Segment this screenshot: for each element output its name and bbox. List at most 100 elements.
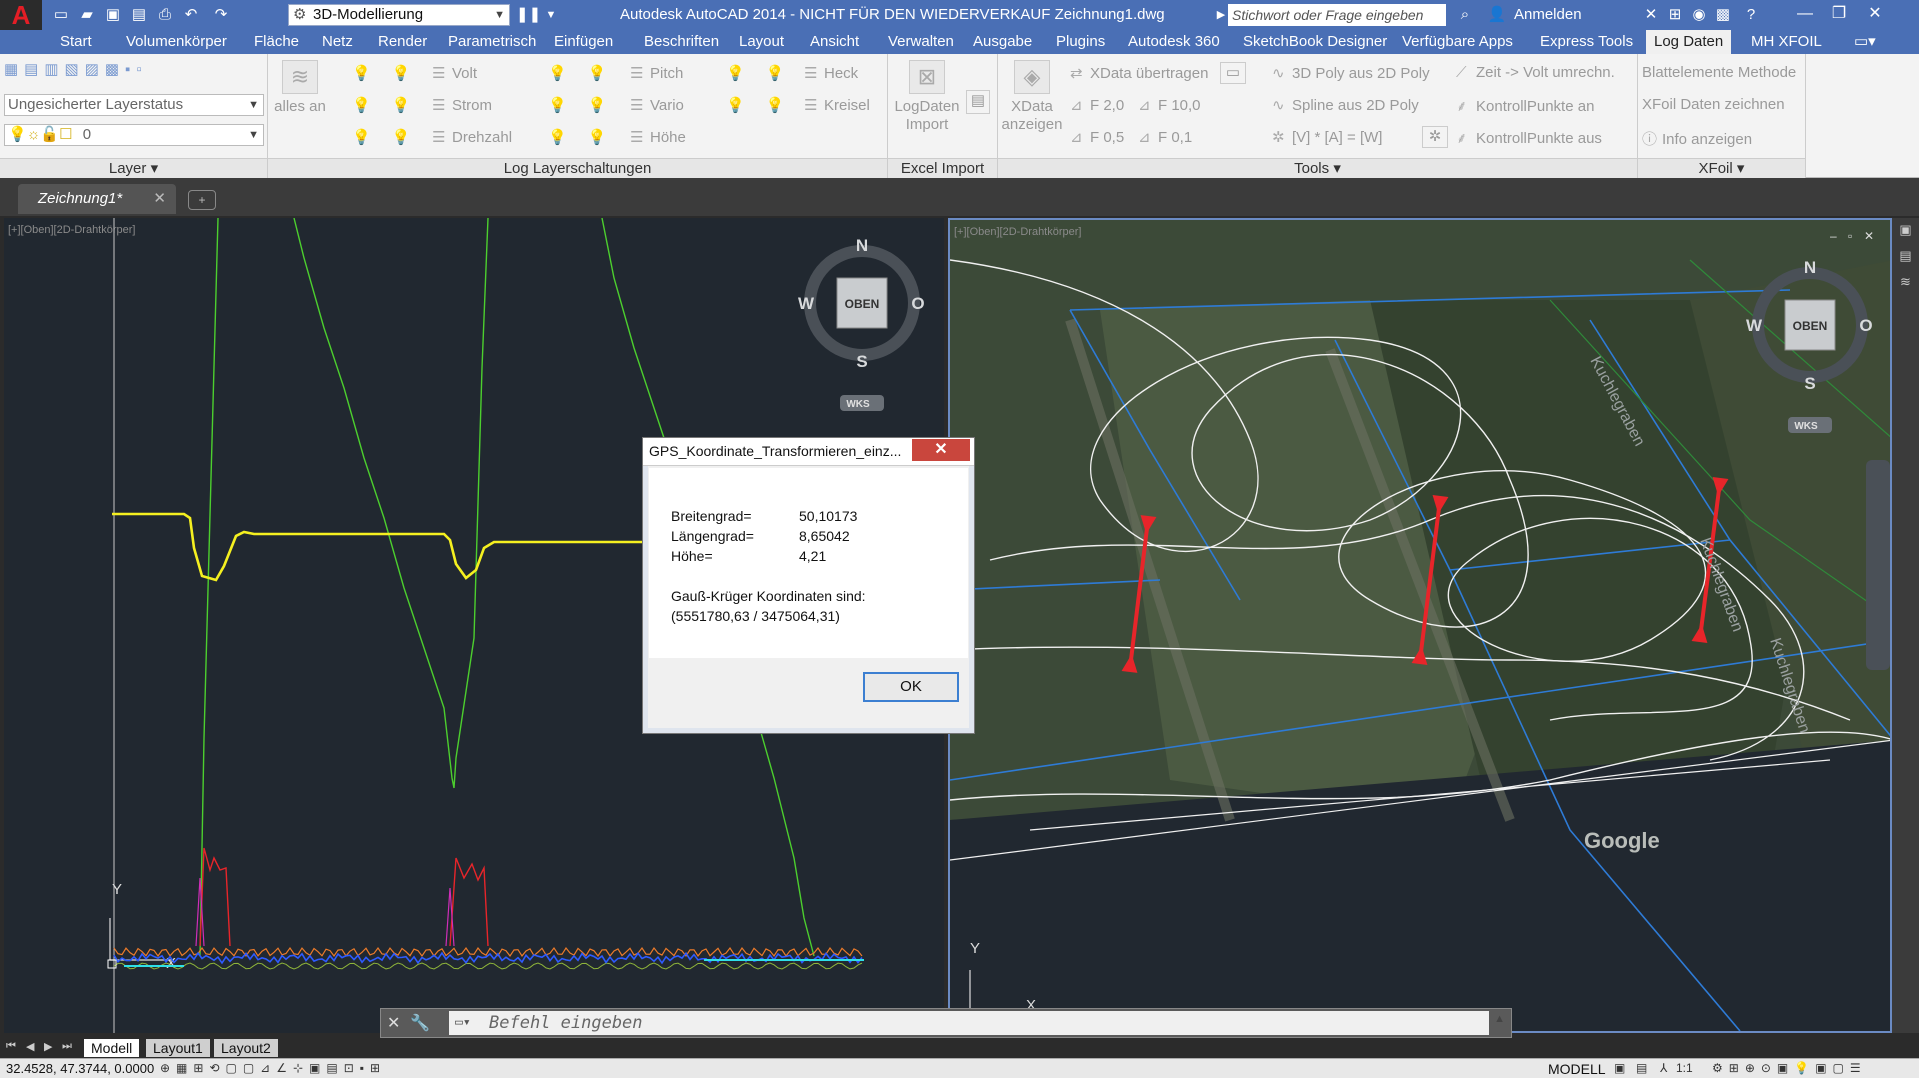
open-file-icon[interactable]: ▰	[76, 5, 98, 25]
new-tab-button[interactable]: +	[188, 190, 216, 210]
close-icon[interactable]: ✕	[153, 184, 166, 214]
tab-express-tools[interactable]: Express Tools	[1532, 30, 1641, 54]
exchange-icon[interactable]: ✕	[1640, 5, 1662, 25]
tab-model[interactable]: Modell	[84, 1039, 140, 1057]
excel-small-icon[interactable]: ▤	[966, 90, 990, 114]
kreisel-button[interactable]: ☰ Kreisel	[804, 96, 870, 114]
info-button[interactable]: ⓘ Info anzeigen	[1642, 128, 1752, 149]
workspace-select[interactable]: ⚙ 3D-Modellierung ▼	[288, 4, 510, 26]
f100-button[interactable]: ⊿ F 10,0	[1138, 96, 1201, 114]
qat-dropdown-icon[interactable]: ▼	[540, 5, 562, 25]
new-file-icon[interactable]: ▭	[50, 5, 72, 25]
tab-layout1[interactable]: Layout1	[146, 1039, 210, 1057]
vario-button[interactable]: ☰ Vario	[630, 96, 684, 114]
bulb-icons[interactable]: 💡 💡	[726, 96, 784, 114]
binoculars-icon[interactable]: ⌕	[1450, 5, 1480, 25]
tab-fläche[interactable]: Fläche	[246, 30, 307, 54]
command-history-icon[interactable]: ▲	[1494, 1013, 1505, 1025]
pause-icon[interactable]: ❚❚	[516, 5, 541, 25]
signin-button[interactable]: Anmelden	[1514, 6, 1582, 23]
tab-ausgabe[interactable]: Ausgabe	[965, 30, 1040, 54]
tab-autodesk-360[interactable]: Autodesk 360	[1120, 30, 1228, 54]
drafting-toggles[interactable]: ⊕▦⊞⟲▢▢⊿∠⊹▣▤⊡▪⊞	[160, 1061, 386, 1075]
drehzahl-button[interactable]: ☰ Drehzahl	[432, 128, 512, 146]
save-icon[interactable]: ▣	[102, 5, 124, 25]
connect-icon[interactable]: ◉	[1688, 5, 1710, 25]
first-tab-icon[interactable]: ⏮	[6, 1040, 16, 1053]
maximize-button[interactable]: ❐	[1824, 2, 1854, 26]
help-icon[interactable]: ?	[1740, 5, 1762, 25]
status-tray-icons[interactable]: ⚙⊞⊕⊙▣💡▣▢☰	[1712, 1061, 1867, 1075]
dialog-close-button[interactable]: ✕	[912, 439, 970, 461]
bulb-icons[interactable]: 💡 💡	[548, 64, 606, 82]
close-button[interactable]: ✕	[1860, 2, 1890, 26]
kontrollpunkte-an-button[interactable]: ⸙ KontrollPunkte an	[1456, 96, 1594, 116]
tab-log-daten[interactable]: Log Daten	[1646, 30, 1732, 54]
annotation-scale-icon[interactable]: ⅄	[1660, 1061, 1667, 1075]
tab-mh-xfoil[interactable]: MH XFOIL	[1743, 30, 1830, 54]
tab-einfügen[interactable]: Einfügen	[546, 30, 621, 54]
next-tab-icon[interactable]: ▶	[44, 1040, 52, 1053]
command-line-icons[interactable]: ✕🔧	[387, 1013, 440, 1033]
bulb-icons[interactable]: 💡 💡	[352, 96, 410, 114]
stay-connected-icon[interactable]: ▩	[1712, 5, 1734, 25]
xfoil-panel-title[interactable]: XFoil ▾	[1638, 158, 1805, 178]
formula-button[interactable]: ✲ [V] * [A] = [W]	[1272, 128, 1382, 146]
properties-icon[interactable]: ▣	[1895, 222, 1916, 242]
tab-start[interactable]: Start	[52, 30, 100, 54]
minimize-button[interactable]: —	[1790, 2, 1820, 26]
print-icon[interactable]: ⎙	[154, 5, 176, 25]
last-tab-icon[interactable]: ⏭	[62, 1040, 72, 1053]
bulb-icons[interactable]: 💡 💡	[352, 64, 410, 82]
tab-netz[interactable]: Netz	[314, 30, 361, 54]
blatt-methode-button[interactable]: Blattelemente Methode	[1642, 64, 1796, 81]
bulb-icons[interactable]: 💡 💡	[548, 128, 606, 146]
ok-button[interactable]: OK	[863, 672, 959, 702]
annotation-scale-value[interactable]: 1:1	[1676, 1061, 1693, 1075]
search-input[interactable]: Stichwort oder Frage eingeben	[1228, 4, 1446, 26]
command-input[interactable]: ▭▾ Befehl eingeben	[449, 1011, 1489, 1035]
f05-button[interactable]: ⊿ F 0,5	[1070, 128, 1124, 146]
cart-icon[interactable]: ⊞	[1664, 5, 1686, 25]
poly3d-button[interactable]: ∿ 3D Poly aus 2D Poly	[1272, 64, 1430, 82]
layer-tools-icons[interactable]: ▦▤▥▧▨▩▪▫	[4, 60, 148, 78]
tab-render[interactable]: Render	[370, 30, 435, 54]
model-space-button[interactable]: MODELL	[1548, 1061, 1606, 1077]
f20-button[interactable]: ⊿ F 2,0	[1070, 96, 1124, 114]
prev-tab-icon[interactable]: ◀	[26, 1040, 34, 1053]
heck-button[interactable]: ☰ Heck	[804, 64, 858, 82]
undo-icon[interactable]: ↶	[180, 5, 202, 25]
viewport-icon[interactable]: ▣	[1614, 1061, 1625, 1075]
pitch-button[interactable]: ☰ Pitch	[630, 64, 683, 82]
quick-view-icon[interactable]: ▤	[1636, 1061, 1647, 1075]
bulb-icons[interactable]: 💡 💡	[726, 64, 784, 82]
tab-beschriften[interactable]: Beschriften	[636, 30, 727, 54]
volt-button[interactable]: ☰ Volt	[432, 64, 477, 82]
bulb-icons[interactable]: 💡 💡	[352, 128, 410, 146]
layer-panel-title[interactable]: Layer ▾	[0, 158, 267, 178]
right-viewport[interactable]: [+][Oben][2D-Drahtkörper] Kuchlegraben Ku…	[948, 218, 1892, 1033]
strom-button[interactable]: ☰ Strom	[432, 96, 492, 114]
formula-settings-icon[interactable]: ✲	[1422, 126, 1448, 148]
all-on-button[interactable]: ≋ alles an	[272, 60, 328, 116]
zeit-volt-button[interactable]: ⟋ Zeit -> Volt umrechn.	[1456, 64, 1615, 81]
save-as-icon[interactable]: ▤	[128, 5, 150, 25]
tab-plugins[interactable]: Plugins	[1048, 30, 1113, 54]
xdata-edit-icon[interactable]: ▭	[1220, 62, 1246, 84]
tab-layout2[interactable]: Layout2	[214, 1039, 278, 1057]
cursor-coordinates[interactable]: 32.4528, 47.3744, 0.0000	[6, 1061, 154, 1076]
tab-ansicht[interactable]: Ansicht	[802, 30, 867, 54]
xdata-anzeigen-button[interactable]: ◈ XData anzeigen	[1000, 60, 1064, 134]
current-layer-select[interactable]: 💡☼🔓☐ 0 ▼	[4, 124, 264, 146]
redo-icon[interactable]: ↷	[210, 5, 232, 25]
sheet-icon[interactable]: ▤	[1895, 248, 1916, 268]
xdata-uebertragen-button[interactable]: ⇄ XData übertragen	[1070, 64, 1208, 82]
tab-verfügbare-apps[interactable]: Verfügbare Apps	[1394, 30, 1521, 54]
tab-verwalten[interactable]: Verwalten	[880, 30, 962, 54]
tab-sketchbook-designer[interactable]: SketchBook Designer	[1235, 30, 1395, 54]
f01-button[interactable]: ⊿ F 0,1	[1138, 128, 1192, 146]
viewport-label[interactable]: [+][Oben][2D-Drahtkörper]	[954, 226, 1081, 238]
ribbon-minimize-icon[interactable]: ▭▾	[1846, 30, 1884, 54]
tab-parametrisch[interactable]: Parametrisch	[440, 30, 544, 54]
hoehe-button[interactable]: ☰ Höhe	[630, 128, 686, 146]
